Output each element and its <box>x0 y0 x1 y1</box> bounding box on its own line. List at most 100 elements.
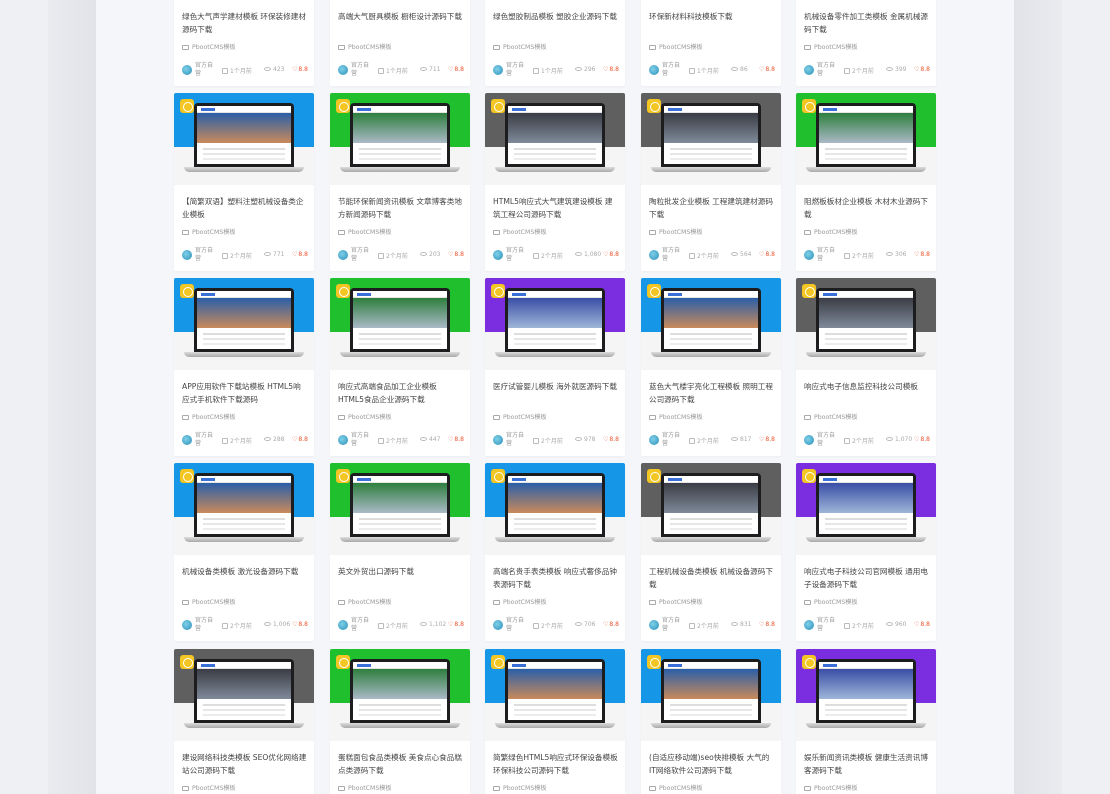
template-thumbnail[interactable] <box>485 463 625 555</box>
template-category[interactable]: PbootCMS模板 <box>493 227 547 236</box>
template-title[interactable]: 娱乐新闻资讯类模板 健康生活资讯博客源码下载 <box>804 752 930 778</box>
template-category[interactable]: PbootCMS模板 <box>182 42 236 51</box>
template-category[interactable]: PbootCMS模板 <box>493 42 547 51</box>
like-count[interactable]: ♡8.8 <box>292 621 308 628</box>
template-card[interactable]: 蓝色大气楼宇亮化工程模板 照明工程公司源码下载 PbootCMS模板 官方自营 … <box>641 278 781 456</box>
template-thumbnail[interactable] <box>174 93 314 185</box>
template-card[interactable]: 机械设备类模板 激光设备源码下载 PbootCMS模板 官方自营 2个月前 1,… <box>174 463 314 641</box>
template-title[interactable]: 工程机械设备类模板 机械设备源码下载 <box>649 566 775 592</box>
template-title[interactable]: 蛋糕面包食品类模板 美食点心食品糕点类源码下载 <box>338 752 464 778</box>
template-card[interactable]: 医疗试管婴儿模板 海外就医源码下载 PbootCMS模板 官方自营 2个月前 9… <box>485 278 625 456</box>
template-card[interactable]: 英文外贸出口源码下载 PbootCMS模板 官方自营 2个月前 1,102 ♡8… <box>330 463 470 641</box>
template-card[interactable]: 娱乐新闻资讯类模板 健康生活资讯博客源码下载 PbootCMS模板 官方自营 2… <box>796 649 936 794</box>
template-category[interactable]: PbootCMS模板 <box>649 597 703 606</box>
template-card[interactable]: 响应式电子信息监控科技公司模板 PbootCMS模板 官方自营 2个月前 1,0… <box>796 278 936 456</box>
template-category[interactable]: PbootCMS模板 <box>804 783 858 792</box>
template-category[interactable]: PbootCMS模板 <box>493 783 547 792</box>
template-thumbnail[interactable] <box>174 463 314 555</box>
template-category[interactable]: PbootCMS模板 <box>182 783 236 792</box>
template-card[interactable]: 绿色塑胶制品模板 塑胶企业源码下载 PbootCMS模板 官方自营 1个月前 2… <box>485 0 625 86</box>
like-count[interactable]: ♡8.8 <box>759 436 775 443</box>
template-title[interactable]: 英文外贸出口源码下载 <box>338 566 464 592</box>
template-title[interactable]: 环保新材料科技模板下载 <box>649 11 775 37</box>
template-category[interactable]: PbootCMS模板 <box>338 412 392 421</box>
template-card[interactable]: 简繁绿色HTML5响应式环保设备模板 环保科技公司源码下载 PbootCMS模板… <box>485 649 625 794</box>
template-thumbnail[interactable] <box>330 278 470 370</box>
like-count[interactable]: ♡8.8 <box>292 66 308 73</box>
template-thumbnail[interactable] <box>796 649 936 741</box>
template-card[interactable]: 高端大气厨具模板 橱柜设计源码下载 PbootCMS模板 官方自营 1个月前 7… <box>330 0 470 86</box>
template-card[interactable]: 蛋糕面包食品类模板 美食点心食品糕点类源码下载 PbootCMS模板 官方自营 … <box>330 649 470 794</box>
template-category[interactable]: PbootCMS模板 <box>804 42 858 51</box>
template-title[interactable]: HTML5响应式大气建筑建设模板 建筑工程公司源码下载 <box>493 196 619 222</box>
template-card[interactable]: 建设网络科技类模板 SEO优化网络建站公司源码下载 PbootCMS模板 官方自… <box>174 649 314 794</box>
template-category[interactable]: PbootCMS模板 <box>493 412 547 421</box>
template-category[interactable]: PbootCMS模板 <box>338 42 392 51</box>
template-category[interactable]: PbootCMS模板 <box>338 783 392 792</box>
template-card[interactable]: 环保新材料科技模板下载 PbootCMS模板 官方自营 1个月前 86 ♡8.8 <box>641 0 781 86</box>
template-title[interactable]: 节能环保新闻资讯模板 文章博客类地方新闻源码下载 <box>338 196 464 222</box>
template-title[interactable]: 绿色大气声学建材模板 环保装修建材源码下载 <box>182 11 308 37</box>
template-card[interactable]: 响应式电子科技公司官网模板 通用电子设备源码下载 PbootCMS模板 官方自营… <box>796 463 936 641</box>
template-title[interactable]: 响应式电子科技公司官网模板 通用电子设备源码下载 <box>804 566 930 592</box>
template-thumbnail[interactable] <box>641 278 781 370</box>
like-count[interactable]: ♡8.8 <box>603 621 619 628</box>
template-category[interactable]: PbootCMS模板 <box>649 783 703 792</box>
template-thumbnail[interactable] <box>796 463 936 555</box>
template-category[interactable]: PbootCMS模板 <box>338 597 392 606</box>
template-thumbnail[interactable] <box>641 463 781 555</box>
template-card[interactable]: 阻燃板板材企业模板 木材木业源码下载 PbootCMS模板 官方自营 2个月前 … <box>796 93 936 271</box>
template-card[interactable]: 机械设备零件加工类模板 金属机械源码下载 PbootCMS模板 官方自营 2个月… <box>796 0 936 86</box>
template-card[interactable]: 高端名贵手表类模板 响应式奢侈品钟表源码下载 PbootCMS模板 官方自营 2… <box>485 463 625 641</box>
template-title[interactable]: 机械设备类模板 激光设备源码下载 <box>182 566 308 592</box>
like-count[interactable]: ♡8.8 <box>759 251 775 258</box>
template-card[interactable]: (自适应移动端)seo快排模板 大气的IT网络软件公司源码下载 PbootCMS… <box>641 649 781 794</box>
template-category[interactable]: PbootCMS模板 <box>182 412 236 421</box>
like-count[interactable]: ♡8.8 <box>759 66 775 73</box>
template-category[interactable]: PbootCMS模板 <box>338 227 392 236</box>
like-count[interactable]: ♡8.8 <box>914 251 930 258</box>
template-category[interactable]: PbootCMS模板 <box>804 412 858 421</box>
template-card[interactable]: APP应用软件下载站模板 HTML5响应式手机软件下载源码 PbootCMS模板… <box>174 278 314 456</box>
like-count[interactable]: ♡8.8 <box>603 251 619 258</box>
template-category[interactable]: PbootCMS模板 <box>649 412 703 421</box>
template-title[interactable]: 高端大气厨具模板 橱柜设计源码下载 <box>338 11 464 37</box>
template-title[interactable]: 简繁绿色HTML5响应式环保设备模板 环保科技公司源码下载 <box>493 752 619 778</box>
like-count[interactable]: ♡8.8 <box>292 436 308 443</box>
template-thumbnail[interactable] <box>796 93 936 185</box>
template-thumbnail[interactable] <box>641 93 781 185</box>
template-thumbnail[interactable] <box>485 278 625 370</box>
template-card[interactable]: 响应式高端食品加工企业模板 HTML5食品企业源码下载 PbootCMS模板 官… <box>330 278 470 456</box>
template-title[interactable]: APP应用软件下载站模板 HTML5响应式手机软件下载源码 <box>182 381 308 407</box>
like-count[interactable]: ♡8.8 <box>292 251 308 258</box>
like-count[interactable]: ♡8.8 <box>603 436 619 443</box>
like-count[interactable]: ♡8.8 <box>448 621 464 628</box>
template-title[interactable]: 阻燃板板材企业模板 木材木业源码下载 <box>804 196 930 222</box>
template-category[interactable]: PbootCMS模板 <box>182 597 236 606</box>
template-card[interactable]: 工程机械设备类模板 机械设备源码下载 PbootCMS模板 官方自营 2个月前 … <box>641 463 781 641</box>
template-title[interactable]: 响应式高端食品加工企业模板 HTML5食品企业源码下载 <box>338 381 464 407</box>
template-thumbnail[interactable] <box>796 278 936 370</box>
template-category[interactable]: PbootCMS模板 <box>649 42 703 51</box>
template-title[interactable]: 机械设备零件加工类模板 金属机械源码下载 <box>804 11 930 37</box>
template-title[interactable]: 绿色塑胶制品模板 塑胶企业源码下载 <box>493 11 619 37</box>
like-count[interactable]: ♡8.8 <box>914 436 930 443</box>
template-thumbnail[interactable] <box>485 93 625 185</box>
template-title[interactable]: 医疗试管婴儿模板 海外就医源码下载 <box>493 381 619 407</box>
template-title[interactable]: 响应式电子信息监控科技公司模板 <box>804 381 930 407</box>
template-title[interactable]: (自适应移动端)seo快排模板 大气的IT网络软件公司源码下载 <box>649 752 775 778</box>
template-thumbnail[interactable] <box>330 93 470 185</box>
like-count[interactable]: ♡8.8 <box>914 66 930 73</box>
like-count[interactable]: ♡8.8 <box>448 436 464 443</box>
template-card[interactable]: HTML5响应式大气建筑建设模板 建筑工程公司源码下载 PbootCMS模板 官… <box>485 93 625 271</box>
template-thumbnail[interactable] <box>330 463 470 555</box>
template-title[interactable]: 高端名贵手表类模板 响应式奢侈品钟表源码下载 <box>493 566 619 592</box>
template-thumbnail[interactable] <box>174 649 314 741</box>
template-title[interactable]: 蓝色大气楼宇亮化工程模板 照明工程公司源码下载 <box>649 381 775 407</box>
template-thumbnail[interactable] <box>485 649 625 741</box>
like-count[interactable]: ♡8.8 <box>448 66 464 73</box>
template-title[interactable]: 【简繁双语】塑料注塑机械设备类企业模板 <box>182 196 308 222</box>
template-card[interactable]: 陶粒批发企业模板 工程建筑建材源码下载 PbootCMS模板 官方自营 2个月前… <box>641 93 781 271</box>
template-thumbnail[interactable] <box>641 649 781 741</box>
like-count[interactable]: ♡8.8 <box>603 66 619 73</box>
